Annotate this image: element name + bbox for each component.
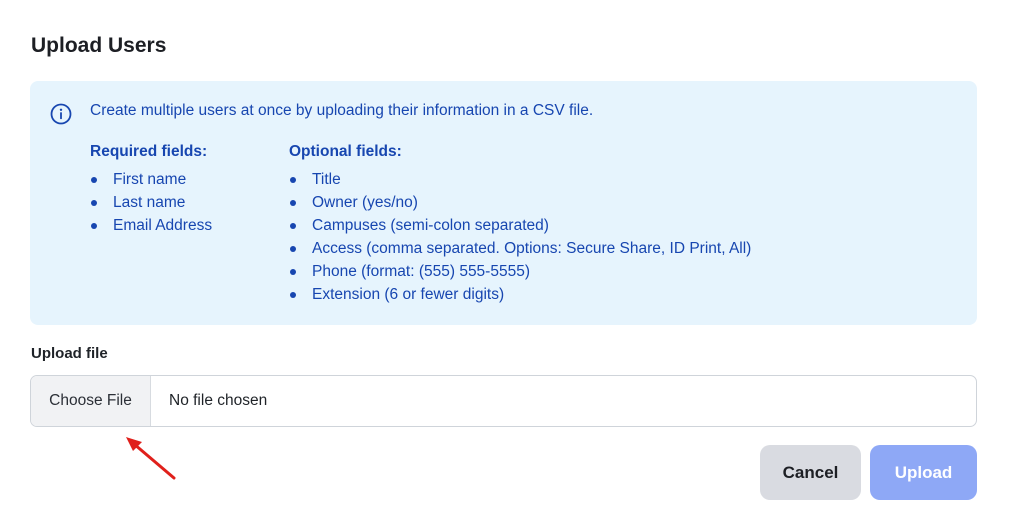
list-item-label: Last name	[113, 194, 186, 211]
list-item-label: Campuses (semi-colon separated)	[312, 217, 549, 234]
upload-button[interactable]: Upload	[870, 445, 977, 500]
list-item-label: First name	[113, 171, 187, 188]
list-item: Extension (6 or fewer digits)	[289, 283, 751, 306]
list-item-label: Access (comma separated. Options: Secure…	[312, 240, 752, 257]
list-item: Phone (format: (555) 555-5555)	[289, 260, 751, 283]
bullet-icon	[290, 200, 296, 206]
annotation-arrow-icon	[126, 437, 176, 480]
bullet-icon	[91, 200, 97, 206]
bullet-icon	[290, 269, 296, 275]
list-item: First name	[90, 168, 212, 191]
list-item: Access (comma separated. Options: Secure…	[289, 237, 751, 260]
bullet-icon	[290, 223, 296, 229]
list-item-label: Owner (yes/no)	[312, 194, 418, 211]
file-status-text: No file chosen	[169, 392, 268, 409]
cancel-button[interactable]: Cancel	[760, 445, 861, 500]
optional-fields-list: Title Owner (yes/no) Campuses (semi-colo…	[289, 168, 751, 306]
list-item: Owner (yes/no)	[289, 191, 751, 214]
list-item-label: Title	[312, 171, 341, 188]
upload-file-label: Upload file	[31, 345, 108, 362]
list-item: Campuses (semi-colon separated)	[289, 214, 751, 237]
list-item: Email Address	[90, 214, 212, 237]
optional-fields-section: Optional fields: Title Owner (yes/no) Ca…	[289, 143, 751, 306]
bullet-icon	[91, 177, 97, 183]
required-fields-section: Required fields: First name Last name Em…	[90, 143, 212, 237]
list-item-label: Extension (6 or fewer digits)	[312, 286, 505, 303]
bullet-icon	[290, 177, 296, 183]
upload-users-page: Upload Users Create multiple users at on…	[0, 0, 1010, 531]
list-item-label: Phone (format: (555) 555-5555)	[312, 263, 530, 280]
required-fields-list: First name Last name Email Address	[90, 168, 212, 237]
list-item: Last name	[90, 191, 212, 214]
info-panel: Create multiple users at once by uploadi…	[30, 81, 977, 325]
page-title: Upload Users	[31, 34, 167, 57]
choose-file-button[interactable]: Choose File	[31, 376, 151, 426]
required-fields-heading: Required fields:	[90, 143, 208, 160]
file-input[interactable]: Choose File No file chosen	[30, 375, 977, 427]
bullet-icon	[91, 223, 97, 229]
list-item-label: Email Address	[113, 217, 213, 234]
optional-fields-heading: Optional fields:	[289, 143, 402, 160]
info-message: Create multiple users at once by uploadi…	[90, 102, 594, 119]
list-item: Title	[289, 168, 751, 191]
info-icon	[50, 103, 72, 125]
bullet-icon	[290, 246, 296, 252]
bullet-icon	[290, 292, 296, 298]
